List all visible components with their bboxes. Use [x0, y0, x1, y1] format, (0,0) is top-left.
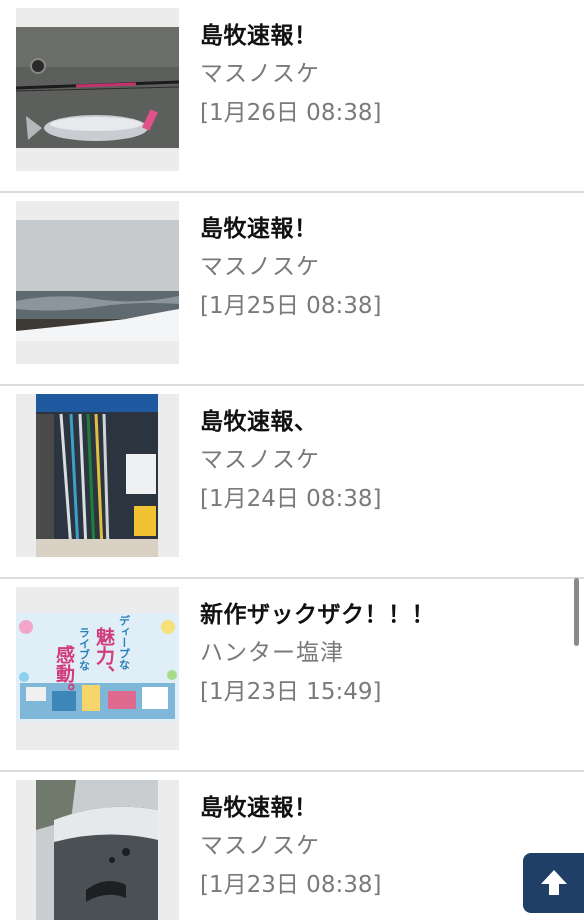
rod-rack-photo	[16, 394, 179, 557]
post-thumbnail[interactable]: 感動。 ライブな 魅力、 ディープな	[16, 587, 179, 750]
list-item[interactable]: 島牧速報！ マスノスケ [1月25日 08:38]	[0, 193, 584, 386]
fish-rod-photo	[16, 8, 179, 171]
post-author: マスノスケ	[200, 61, 320, 87]
post-thumbnail[interactable]	[16, 8, 179, 171]
scroll-to-top-button[interactable]	[523, 853, 584, 913]
post-date: [1月24日 08:38]	[200, 486, 382, 512]
poster-text-deep: ディープな	[118, 614, 131, 671]
post-date: [1月23日 08:38]	[200, 872, 382, 898]
post-thumbnail[interactable]	[16, 394, 179, 557]
post-author: マスノスケ	[200, 833, 320, 859]
post-title[interactable]: 新作ザックザク！！！	[200, 595, 435, 629]
post-title[interactable]: 島牧速報、	[200, 402, 318, 436]
scrollbar[interactable]	[574, 578, 579, 646]
post-thumbnail[interactable]	[16, 201, 179, 364]
poster-text-kando: 感動。	[53, 644, 75, 702]
post-author: マスノスケ	[200, 447, 320, 473]
post-date: [1月26日 08:38]	[200, 100, 382, 126]
post-date: [1月25日 08:38]	[200, 293, 382, 319]
post-title[interactable]: 島牧速報！	[200, 788, 318, 822]
list-item[interactable]: 島牧速報、 マスノスケ [1月24日 08:38]	[0, 386, 584, 579]
poster-image: 感動。 ライブな 魅力、 ディープな	[16, 587, 179, 750]
list-item[interactable]: 感動。 ライブな 魅力、 ディープな 新作ザックザク！！！ ハンター塩津 [1月…	[0, 579, 584, 772]
post-author: ハンター塩津	[200, 640, 344, 666]
post-thumbnail[interactable]	[16, 780, 179, 920]
frosted-car-photo	[16, 780, 179, 920]
post-author: マスノスケ	[200, 254, 320, 280]
poster-text-live: ライブな	[78, 627, 91, 672]
list-item[interactable]: 島牧速報！ マスノスケ [1月23日 08:38]	[0, 772, 584, 920]
post-title[interactable]: 島牧速報！	[200, 16, 318, 50]
post-title[interactable]: 島牧速報！	[200, 209, 318, 243]
post-date: [1月23日 15:49]	[200, 679, 382, 705]
poster-text-miryoku: 魅力、	[93, 626, 115, 684]
list-item[interactable]: 島牧速報！ マスノスケ [1月26日 08:38]	[0, 0, 584, 193]
arrow-up-icon	[540, 870, 567, 895]
snowy-coast-photo	[16, 201, 179, 364]
